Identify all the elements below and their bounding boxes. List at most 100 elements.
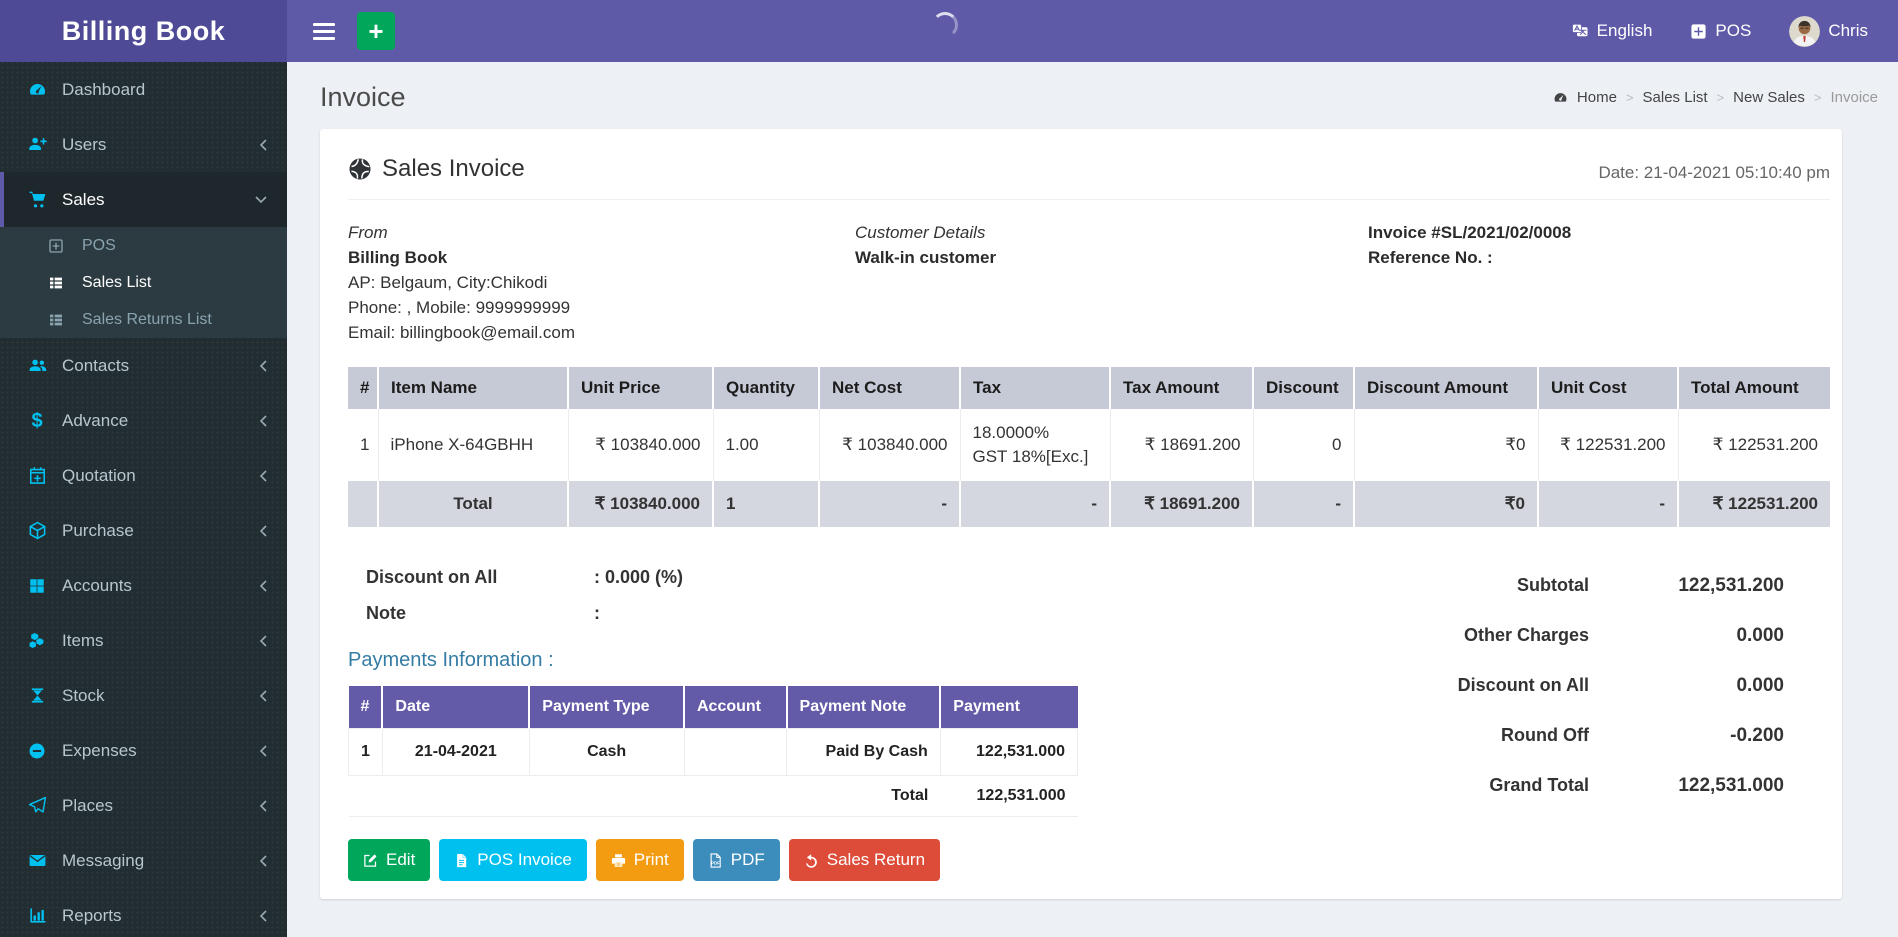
submenu-item-label: POS xyxy=(82,237,116,255)
sidebar-item-users[interactable]: Users xyxy=(0,117,287,172)
sidebar-item-purchase[interactable]: Purchase xyxy=(0,503,287,558)
sidebar-item-label: Accounts xyxy=(62,576,132,596)
items-total-row: Total ₹ 103840.000 1 - - ₹ 18691.200 - ₹… xyxy=(348,481,1830,527)
sidebar-subitem-sales-returns-list[interactable]: Sales Returns List xyxy=(0,301,287,338)
sidebar-item-reports[interactable]: Reports xyxy=(0,888,287,937)
from-name: Billing Book xyxy=(348,245,855,270)
sales-return-button[interactable]: Sales Return xyxy=(789,839,940,881)
sales-submenu: POS Sales List Sales Returns List xyxy=(0,227,287,338)
col-header-total-amount: Total Amount xyxy=(1678,367,1830,409)
payments-section: Discount on All : 0.000 (%) Note : Payme… xyxy=(348,559,1330,881)
sidebar-subitem-pos[interactable]: POS xyxy=(0,227,287,264)
summary-round-off-row: Round Off -0.200 xyxy=(1330,715,1784,756)
file-icon xyxy=(454,853,469,868)
edit-button[interactable]: Edit xyxy=(348,839,430,881)
pos-invoice-button[interactable]: POS Invoice xyxy=(439,839,587,881)
envelope-icon xyxy=(24,851,50,870)
reference-number: Reference No. : xyxy=(1368,245,1830,270)
pay-col-note: Payment Note xyxy=(787,686,941,729)
content-header: Invoice Home > Sales List > New Sales > … xyxy=(320,82,1878,113)
sidebar-item-stock[interactable]: Stock xyxy=(0,668,287,723)
breadcrumb-sales-list[interactable]: Sales List xyxy=(1643,89,1708,106)
breadcrumb-new-sales[interactable]: New Sales xyxy=(1733,89,1805,106)
sidebar-item-advance[interactable]: $ Advance xyxy=(0,393,287,448)
language-selector[interactable]: English xyxy=(1571,21,1653,41)
total-unit-cost: - xyxy=(1538,481,1678,527)
sidebar-item-places[interactable]: Places xyxy=(0,778,287,833)
quick-add-button[interactable]: + xyxy=(357,12,395,50)
chevron-left-icon xyxy=(259,800,267,812)
item-discount: 0 xyxy=(1253,409,1354,481)
other-charges-value: 0.000 xyxy=(1589,625,1784,647)
sidebar-item-quotation[interactable]: Quotation xyxy=(0,448,287,503)
cube-icon xyxy=(24,521,50,540)
sidebar-item-label: Users xyxy=(62,135,106,155)
item-quantity: 1.00 xyxy=(713,409,819,481)
sidebar-subitem-sales-list[interactable]: Sales List xyxy=(0,264,287,301)
payment-type: Cash xyxy=(529,729,684,776)
pdf-button-label: PDF xyxy=(731,850,765,870)
sidebar-item-dashboard[interactable]: Dashboard xyxy=(0,62,287,117)
action-buttons: Edit POS Invoice xyxy=(348,839,1330,881)
sidebar-item-sales[interactable]: Sales xyxy=(0,172,287,227)
round-off-value: -0.200 xyxy=(1589,725,1784,747)
submenu-item-label: Sales List xyxy=(82,274,151,292)
customer-label: Customer Details xyxy=(855,220,1368,245)
pos-shortcut-button[interactable]: POS xyxy=(1690,21,1751,41)
total-net-cost: - xyxy=(819,481,960,527)
app-root: Billing Book Dashboard Users xyxy=(0,0,1898,937)
content-area: Invoice Home > Sales List > New Sales > … xyxy=(287,62,1898,937)
chevron-left-icon xyxy=(259,139,267,151)
total-tax-amount: ₹ 18691.200 xyxy=(1110,481,1253,527)
chevron-left-icon xyxy=(259,855,267,867)
hamburger-menu-button[interactable] xyxy=(309,17,339,46)
sidebar-item-label: Stock xyxy=(62,686,105,706)
app-title: Billing Book xyxy=(62,16,226,47)
print-button[interactable]: Print xyxy=(596,839,684,881)
items-table: # Item Name Unit Price Quantity Net Cost… xyxy=(348,367,1830,527)
other-charges-label: Other Charges xyxy=(1464,625,1589,646)
sidebar-item-expenses[interactable]: Expenses xyxy=(0,723,287,778)
calendar-plus-icon xyxy=(24,466,50,485)
payments-total-label: Total xyxy=(787,776,941,817)
col-header-sn: # xyxy=(348,367,378,409)
payments-heading: Payments Information : xyxy=(348,649,1330,672)
from-address: AP: Belgaum, City:Chikodi xyxy=(348,270,855,295)
item-row: 1 iPhone X-64GBHH ₹ 103840.000 1.00 ₹ 10… xyxy=(348,409,1830,481)
sales-return-button-label: Sales Return xyxy=(827,850,925,870)
plus-square-icon xyxy=(1690,23,1707,40)
user-menu[interactable]: Chris xyxy=(1789,16,1868,47)
grid-icon xyxy=(24,577,50,595)
payments-total-value: 122,531.000 xyxy=(940,776,1077,817)
dashboard-icon xyxy=(1553,90,1568,105)
sidebar-item-contacts[interactable]: Contacts xyxy=(0,338,287,393)
payment-account xyxy=(684,729,787,776)
col-header-item-name: Item Name xyxy=(378,367,568,409)
svg-text:PDF: PDF xyxy=(711,860,720,865)
invoice-card: Sales Invoice Date: 21-04-2021 05:10:40 … xyxy=(320,129,1842,899)
invoice-heading-text: Sales Invoice xyxy=(382,155,525,183)
total-unit-price: ₹ 103840.000 xyxy=(568,481,713,527)
item-tax-amount: ₹ 18691.200 xyxy=(1110,409,1253,481)
payments-header-row: # Date Payment Type Account Payment Note… xyxy=(349,686,1078,729)
item-discount-amount: ₹0 xyxy=(1354,409,1538,481)
edit-button-label: Edit xyxy=(386,850,415,870)
pdf-button[interactable]: PDF PDF xyxy=(693,839,780,881)
sidebar-item-items[interactable]: Items xyxy=(0,613,287,668)
breadcrumb-separator: > xyxy=(1814,90,1822,105)
payment-amount: 122,531.000 xyxy=(940,729,1077,776)
plus-square-icon xyxy=(48,238,72,254)
summary-subtotal-row: Subtotal 122,531.200 xyxy=(1330,565,1784,606)
breadcrumb-home[interactable]: Home xyxy=(1577,89,1617,106)
chevron-left-icon xyxy=(259,690,267,702)
breadcrumb-separator: > xyxy=(1717,90,1725,105)
grand-total-value: 122,531.000 xyxy=(1589,775,1784,797)
app-logo[interactable]: Billing Book xyxy=(0,0,287,62)
language-icon xyxy=(1571,22,1589,40)
undo-icon xyxy=(804,853,819,868)
from-phone: Phone: , Mobile: 9999999999 xyxy=(348,295,855,320)
chevron-left-icon xyxy=(259,910,267,922)
sidebar-item-accounts[interactable]: Accounts xyxy=(0,558,287,613)
sidebar-item-messaging[interactable]: Messaging xyxy=(0,833,287,888)
sidebar-item-label: Quotation xyxy=(62,466,136,486)
